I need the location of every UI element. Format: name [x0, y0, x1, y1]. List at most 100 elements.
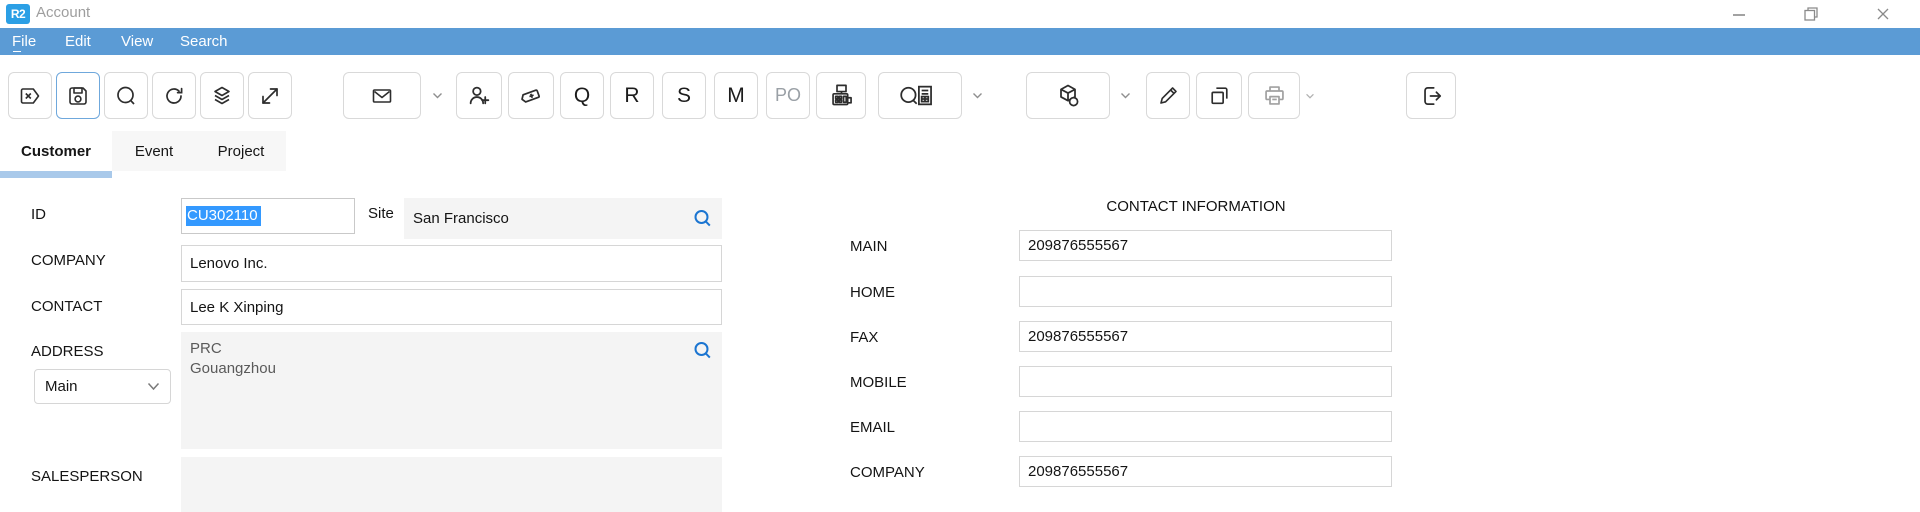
address-type-dropdown[interactable]: Main	[34, 369, 171, 404]
report-q-button[interactable]: Q	[560, 72, 604, 119]
mail-dropdown-button[interactable]	[428, 72, 446, 119]
menu-view[interactable]: View	[121, 28, 153, 55]
company-value: Lenovo Inc.	[190, 255, 268, 272]
report-s-button[interactable]: S	[662, 72, 706, 119]
close-button[interactable]	[1868, 3, 1898, 25]
layers-button[interactable]	[200, 72, 244, 119]
minimize-button[interactable]	[1724, 3, 1754, 25]
address-value: PRC Gouangzhou	[190, 339, 276, 379]
email-input[interactable]	[1019, 411, 1392, 442]
report-po-label: PO	[775, 85, 801, 106]
report-s-label: S	[677, 84, 691, 108]
email-label: EMAIL	[850, 419, 895, 436]
document-search-icon	[899, 82, 941, 109]
main-phone-input[interactable]: 209876555567	[1019, 230, 1392, 261]
contact-information-title: CONTACT INFORMATION	[1000, 198, 1392, 215]
menu-bar: File Edit View Search	[0, 28, 1920, 55]
address-search-icon[interactable]	[693, 341, 713, 361]
print-dropdown-button[interactable]	[1302, 72, 1318, 119]
fax-value: 209876555567	[1028, 328, 1128, 345]
salesperson-field[interactable]	[181, 457, 722, 512]
address-type-selected: Main	[45, 378, 78, 395]
site-value: San Francisco	[413, 210, 509, 227]
cube-search-icon	[1053, 82, 1083, 110]
expand-icon	[258, 84, 282, 108]
fax-input[interactable]: 209876555567	[1019, 321, 1392, 352]
menu-search[interactable]: Search	[180, 28, 228, 55]
report-r-label: R	[624, 84, 639, 108]
address-label: ADDRESS	[31, 343, 104, 360]
site-label: Site	[368, 205, 394, 222]
company-phone-label: COMPANY	[850, 464, 925, 481]
site-search-icon[interactable]	[693, 209, 713, 229]
mail-icon	[369, 84, 395, 108]
report-m-label: M	[727, 84, 745, 108]
report-m-button[interactable]: M	[714, 72, 758, 119]
home-label: HOME	[850, 284, 895, 301]
app-logo-icon: R2	[6, 4, 30, 24]
address-textarea[interactable]: PRC Gouangzhou	[181, 332, 722, 449]
document-search-dropdown-button[interactable]	[968, 72, 986, 119]
report-q-label: Q	[574, 84, 590, 108]
home-phone-input[interactable]	[1019, 276, 1392, 307]
company-phone-input[interactable]: 209876555567	[1019, 456, 1392, 487]
document-search-button[interactable]	[878, 72, 962, 119]
site-field[interactable]: San Francisco	[404, 198, 722, 239]
fax-label: FAX	[850, 329, 878, 346]
fax-icon	[828, 82, 855, 109]
copy-icon	[1207, 83, 1232, 108]
save-button[interactable]	[56, 72, 100, 119]
restore-button[interactable]	[1796, 3, 1826, 25]
item-search-dropdown-button[interactable]	[1116, 72, 1134, 119]
mail-button[interactable]	[343, 72, 421, 119]
printer-icon	[1261, 82, 1288, 109]
search-icon	[114, 84, 138, 108]
account-window: R2 Account File Edit View Search	[0, 0, 1920, 512]
company-phone-value: 209876555567	[1028, 463, 1128, 480]
find-button[interactable]	[104, 72, 148, 119]
file-mnemonic-underline	[13, 51, 21, 52]
minimize-icon	[1732, 7, 1746, 21]
report-r-button[interactable]: R	[610, 72, 654, 119]
chevron-down-icon	[432, 92, 443, 99]
id-label: ID	[31, 206, 46, 223]
main-phone-value: 209876555567	[1028, 237, 1128, 254]
mobile-input[interactable]	[1019, 366, 1392, 397]
chevron-down-icon	[147, 382, 160, 391]
chevron-down-icon	[1305, 93, 1315, 99]
refresh-button[interactable]	[152, 72, 196, 119]
active-tab-underline	[0, 171, 112, 178]
tab-customer[interactable]: Customer	[0, 131, 112, 171]
company-input[interactable]: Lenovo Inc.	[181, 245, 722, 282]
main-label: MAIN	[850, 238, 888, 255]
id-selected-text: CU302110	[186, 206, 261, 226]
contact-label: CONTACT	[31, 298, 102, 315]
add-contact-button[interactable]	[456, 72, 502, 119]
fax-button[interactable]	[816, 72, 866, 119]
salesperson-label: SALESPERSON	[31, 468, 143, 485]
tab-event[interactable]: Event	[112, 131, 196, 171]
report-po-button[interactable]: PO	[766, 72, 810, 119]
company-label: COMPANY	[31, 252, 106, 269]
refresh-icon	[162, 84, 186, 108]
pencil-icon	[1156, 84, 1180, 108]
title-bar: R2 Account	[0, 0, 1920, 28]
exit-button[interactable]	[1406, 72, 1456, 119]
person-add-icon	[467, 83, 492, 108]
id-input[interactable]: CU302110	[181, 198, 355, 234]
item-search-button[interactable]	[1026, 72, 1110, 119]
cancel-button[interactable]	[8, 72, 52, 119]
cancel-icon	[18, 84, 42, 108]
print-button[interactable]	[1248, 72, 1300, 119]
add-tag-button[interactable]	[508, 72, 554, 119]
menu-edit[interactable]: Edit	[65, 28, 91, 55]
exit-icon	[1418, 83, 1444, 109]
tab-project[interactable]: Project	[196, 131, 286, 171]
copy-button[interactable]	[1196, 72, 1242, 119]
expand-button[interactable]	[248, 72, 292, 119]
chevron-down-icon	[972, 92, 983, 99]
contact-value: Lee K Xinping	[190, 299, 283, 316]
contact-input[interactable]: Lee K Xinping	[181, 289, 722, 325]
restore-icon	[1803, 6, 1819, 22]
edit-button[interactable]	[1146, 72, 1190, 119]
